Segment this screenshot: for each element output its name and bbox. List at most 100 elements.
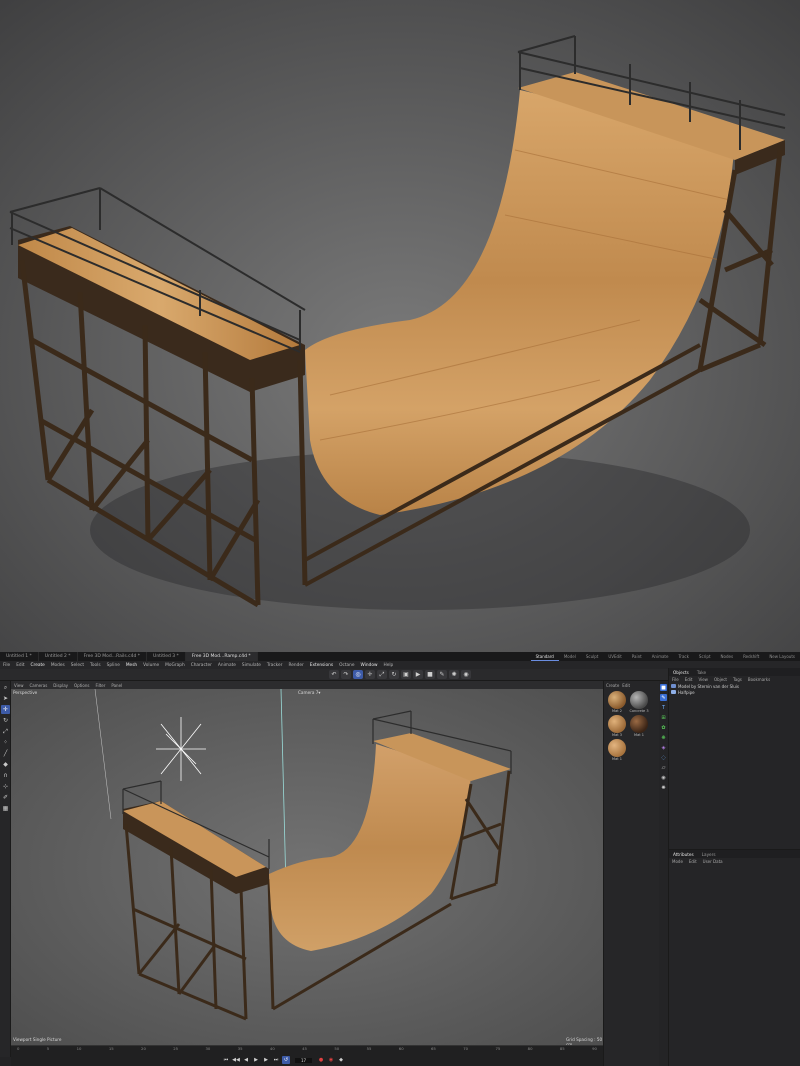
play-icon[interactable]: ▶ [252, 1056, 260, 1064]
points-mode-icon[interactable]: ⁘ [1, 738, 10, 747]
om-menu-tags[interactable]: Tags [730, 677, 745, 682]
object-row[interactable]: Halfpipe [669, 689, 800, 695]
edges-mode-icon[interactable]: ╱ [1, 749, 10, 758]
undo-icon[interactable]: ↶ [329, 670, 339, 679]
material-menu-edit[interactable]: Edit [622, 683, 630, 688]
key-icon[interactable]: ◆ [337, 1056, 345, 1064]
camera-object-icon[interactable]: ◉ [660, 774, 667, 781]
menu-create[interactable]: Create [28, 663, 48, 668]
am-menu-mode[interactable]: Mode [669, 859, 686, 864]
menu-animate[interactable]: Animate [215, 663, 239, 668]
layout-tab-uvedit[interactable]: UVEdit [603, 652, 626, 661]
viewport-menu-cameras[interactable]: Cameras [27, 683, 51, 688]
viewport-menu-filter[interactable]: Filter [92, 683, 108, 688]
layout-tab-track[interactable]: Track [673, 652, 693, 661]
prev-key-icon[interactable]: ◀◀ [232, 1056, 240, 1064]
3d-viewport[interactable]: Perspective Camera 7▾ Grid Spacing : 50 … [11, 689, 603, 1045]
om-menu-object[interactable]: Object [711, 677, 730, 682]
menu-modes[interactable]: Modes [48, 663, 68, 668]
pen-spline-icon[interactable]: ✎ [660, 694, 667, 701]
select-icon[interactable]: ➤ [1, 694, 10, 703]
prev-frame-icon[interactable]: ◀ [242, 1056, 250, 1064]
record-icon[interactable]: ● [317, 1056, 325, 1064]
generator-icon[interactable]: ⊞ [660, 714, 667, 721]
menu-select[interactable]: Select [68, 663, 87, 668]
layout-tab-nodes[interactable]: Nodes [716, 652, 739, 661]
tab-attributes[interactable]: Attributes [669, 852, 698, 857]
tab-layers[interactable]: Layers [698, 852, 720, 857]
rotate-tool-icon[interactable]: ↻ [1, 716, 10, 725]
menu-extensions[interactable]: Extensions [307, 663, 336, 668]
layout-tab-animate[interactable]: Animate [647, 652, 674, 661]
viewport-camera-name[interactable]: Camera 7▾ [298, 690, 321, 695]
loop-icon[interactable]: ↺ [282, 1056, 290, 1064]
material-item[interactable]: Mat 2 [607, 691, 627, 713]
floor-icon[interactable]: ▱ [660, 764, 667, 771]
material-menu-create[interactable]: Create [606, 683, 619, 688]
menu-window[interactable]: Window [358, 663, 381, 668]
redo-icon[interactable]: ↷ [341, 670, 351, 679]
search-icon[interactable]: ⌕ [1, 683, 10, 692]
go-to-start-icon[interactable]: ⏮ [222, 1056, 230, 1064]
live-select-icon[interactable]: ◎ [353, 670, 363, 679]
timeline[interactable]: 0 5 10 15 20 25 30 35 40 45 50 55 60 65 … [11, 1045, 603, 1066]
menu-tracker[interactable]: Tracker [264, 663, 286, 668]
light-icon[interactable]: ✺ [449, 670, 459, 679]
next-frame-icon[interactable]: ▶ [262, 1056, 270, 1064]
layout-tab-script[interactable]: Script [694, 652, 716, 661]
magnet-icon[interactable]: ∩ [1, 771, 10, 780]
render-view-icon[interactable]: ▣ [401, 670, 411, 679]
rotate-icon[interactable]: ↻ [389, 670, 399, 679]
menu-file[interactable]: File [0, 663, 13, 668]
material-item[interactable]: Mat 1 [629, 715, 649, 737]
workplane-icon[interactable]: ▦ [1, 804, 10, 813]
viewport-menu-options[interactable]: Options [71, 683, 92, 688]
viewport-menu-view[interactable]: View [11, 683, 27, 688]
menu-simulate[interactable]: Simulate [239, 663, 264, 668]
render-icon[interactable]: ▶ [413, 670, 423, 679]
move-tool-icon[interactable]: ✛ [1, 705, 10, 714]
layout-tab-standard[interactable]: Standard [530, 652, 559, 661]
move-icon[interactable]: ✛ [365, 670, 375, 679]
viewport-menu-panel[interactable]: Panel [108, 683, 125, 688]
light-object-icon[interactable]: ✺ [660, 784, 667, 791]
menu-volume[interactable]: Volume [140, 663, 162, 668]
menu-help[interactable]: Help [380, 663, 396, 668]
scale-icon[interactable]: ⤢ [377, 670, 387, 679]
pen-icon[interactable]: ✎ [437, 670, 447, 679]
om-menu-bookmarks[interactable]: Bookmarks [745, 677, 773, 682]
doc-tab-3[interactable]: Free 3D Mod...Rails.c4d * [78, 652, 148, 661]
deformer-icon[interactable]: ◈ [660, 744, 667, 751]
polygons-mode-icon[interactable]: ◆ [1, 760, 10, 769]
menu-edit[interactable]: Edit [13, 663, 27, 668]
autokey-icon[interactable]: ◉ [327, 1056, 335, 1064]
menu-mograph[interactable]: MoGraph [162, 663, 188, 668]
layout-tab-sculpt[interactable]: Sculpt [581, 652, 604, 661]
scale-tool-icon[interactable]: ⤢ [1, 727, 10, 736]
brush-icon[interactable]: ✐ [1, 793, 10, 802]
menu-octane[interactable]: Octane [336, 663, 357, 668]
layout-tab-paint[interactable]: Paint [627, 652, 647, 661]
doc-tab-2[interactable]: Untitled 2 * [39, 652, 78, 661]
am-menu-edit[interactable]: Edit [686, 859, 700, 864]
material-item[interactable]: Mat 3 [607, 715, 627, 737]
snap-icon[interactable]: ⊹ [1, 782, 10, 791]
tab-objects[interactable]: Objects [669, 670, 693, 675]
am-menu-userdata[interactable]: User Data [700, 859, 726, 864]
cube-object-icon[interactable]: ■ [660, 684, 667, 691]
viewport-menu-display[interactable]: Display [50, 683, 71, 688]
material-item[interactable]: Mat 1 [607, 739, 627, 761]
cube-icon[interactable]: ■ [425, 670, 435, 679]
om-menu-file[interactable]: File [669, 677, 682, 682]
light-gizmo-icon[interactable] [156, 717, 206, 781]
layout-tab-model[interactable]: Model [559, 652, 581, 661]
cloner-icon[interactable]: ✿ [660, 724, 667, 731]
om-menu-edit[interactable]: Edit [682, 677, 696, 682]
tab-take[interactable]: Take [693, 670, 710, 675]
current-frame-field[interactable]: 17 [295, 1057, 313, 1063]
menu-render[interactable]: Render [285, 663, 306, 668]
menu-mesh[interactable]: Mesh [123, 663, 140, 668]
doc-tab-5[interactable]: Free 3D Mod...Ramp.c4d * [185, 652, 258, 661]
material-item[interactable]: Concrete 3 [629, 691, 649, 713]
menu-spline[interactable]: Spline [104, 663, 123, 668]
